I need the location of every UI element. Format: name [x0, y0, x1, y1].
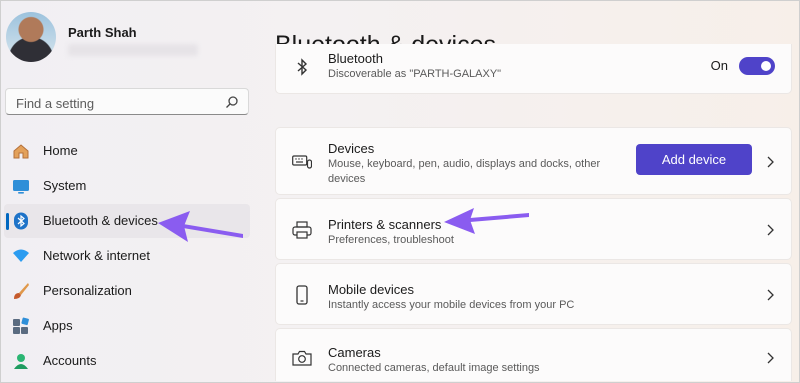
add-device-button[interactable]: Add device — [636, 144, 752, 175]
sidebar-item-label: Apps — [43, 318, 73, 333]
chevron-right-icon[interactable] — [765, 288, 775, 302]
chevron-right-icon[interactable] — [765, 155, 775, 169]
card-title: Devices — [328, 141, 375, 156]
sidebar-item-label: Bluetooth & devices — [43, 213, 158, 228]
bluetooth-card[interactable]: Bluetooth Discoverable as "PARTH-GALAXY"… — [275, 44, 792, 94]
card-subtitle: Mouse, keyboard, pen, audio, displays an… — [328, 158, 601, 185]
printer-icon — [292, 221, 312, 239]
user-name: Parth Shah — [68, 25, 137, 40]
sidebar-item-personalization[interactable]: Personalization — [4, 274, 250, 308]
mobile-devices-card[interactable]: Mobile devices Instantly access your mob… — [275, 263, 792, 325]
avatar[interactable] — [6, 12, 56, 62]
sidebar-item-system[interactable]: System — [4, 169, 250, 203]
devices-card[interactable]: Devices Mouse, keyboard, pen, audio, dis… — [275, 127, 792, 195]
search-input[interactable] — [14, 93, 218, 113]
keyboard-mouse-icon — [292, 155, 312, 169]
sidebar-item-bluetooth[interactable]: Bluetooth & devices — [4, 204, 250, 238]
sidebar-item-apps[interactable]: Apps — [4, 309, 250, 343]
phone-icon — [296, 285, 308, 305]
cameras-card[interactable]: Cameras Connected cameras, default image… — [275, 328, 792, 381]
sidebar-item-home[interactable]: Home — [4, 134, 250, 168]
user-email-redacted — [68, 44, 198, 56]
chevron-right-icon[interactable] — [765, 223, 775, 237]
search-box[interactable] — [5, 88, 249, 115]
sidebar-item-label: Accounts — [43, 353, 97, 368]
sidebar-item-network[interactable]: Network & internet — [4, 239, 250, 273]
card-title: Cameras — [328, 345, 381, 360]
sidebar-item-label: Home — [43, 143, 78, 158]
camera-icon — [292, 350, 312, 366]
toggle-knob — [761, 61, 771, 71]
sidebar-item-label: Personalization — [43, 283, 132, 298]
apps-icon — [13, 317, 29, 334]
card-subtitle: Instantly access your mobile devices fro… — [328, 299, 575, 311]
bluetooth-icon — [297, 58, 308, 76]
card-title: Mobile devices — [328, 282, 414, 297]
sidebar-item-label: Network & internet — [43, 248, 150, 263]
printers-card[interactable]: Printers & scanners Preferences, trouble… — [275, 198, 792, 260]
wifi-icon — [13, 249, 29, 262]
home-icon — [13, 144, 29, 159]
system-icon — [13, 180, 29, 194]
card-subtitle: Discoverable as "PARTH-GALAXY" — [328, 68, 502, 80]
card-subtitle: Connected cameras, default image setting… — [328, 362, 540, 374]
card-subtitle: Preferences, troubleshoot — [328, 234, 454, 246]
account-icon — [14, 354, 28, 369]
card-title: Bluetooth — [328, 51, 383, 66]
card-title: Printers & scanners — [328, 217, 442, 232]
bluetooth-toggle[interactable] — [739, 57, 775, 75]
sidebar-item-accounts[interactable]: Accounts — [4, 344, 250, 378]
sidebar-item-label: System — [43, 178, 87, 193]
toggle-state-label: On — [710, 58, 728, 73]
brush-icon — [14, 283, 29, 299]
selected-indicator — [6, 213, 9, 230]
chevron-right-icon[interactable] — [765, 351, 775, 365]
search-icon[interactable] — [225, 95, 239, 109]
bluetooth-icon — [14, 212, 28, 230]
